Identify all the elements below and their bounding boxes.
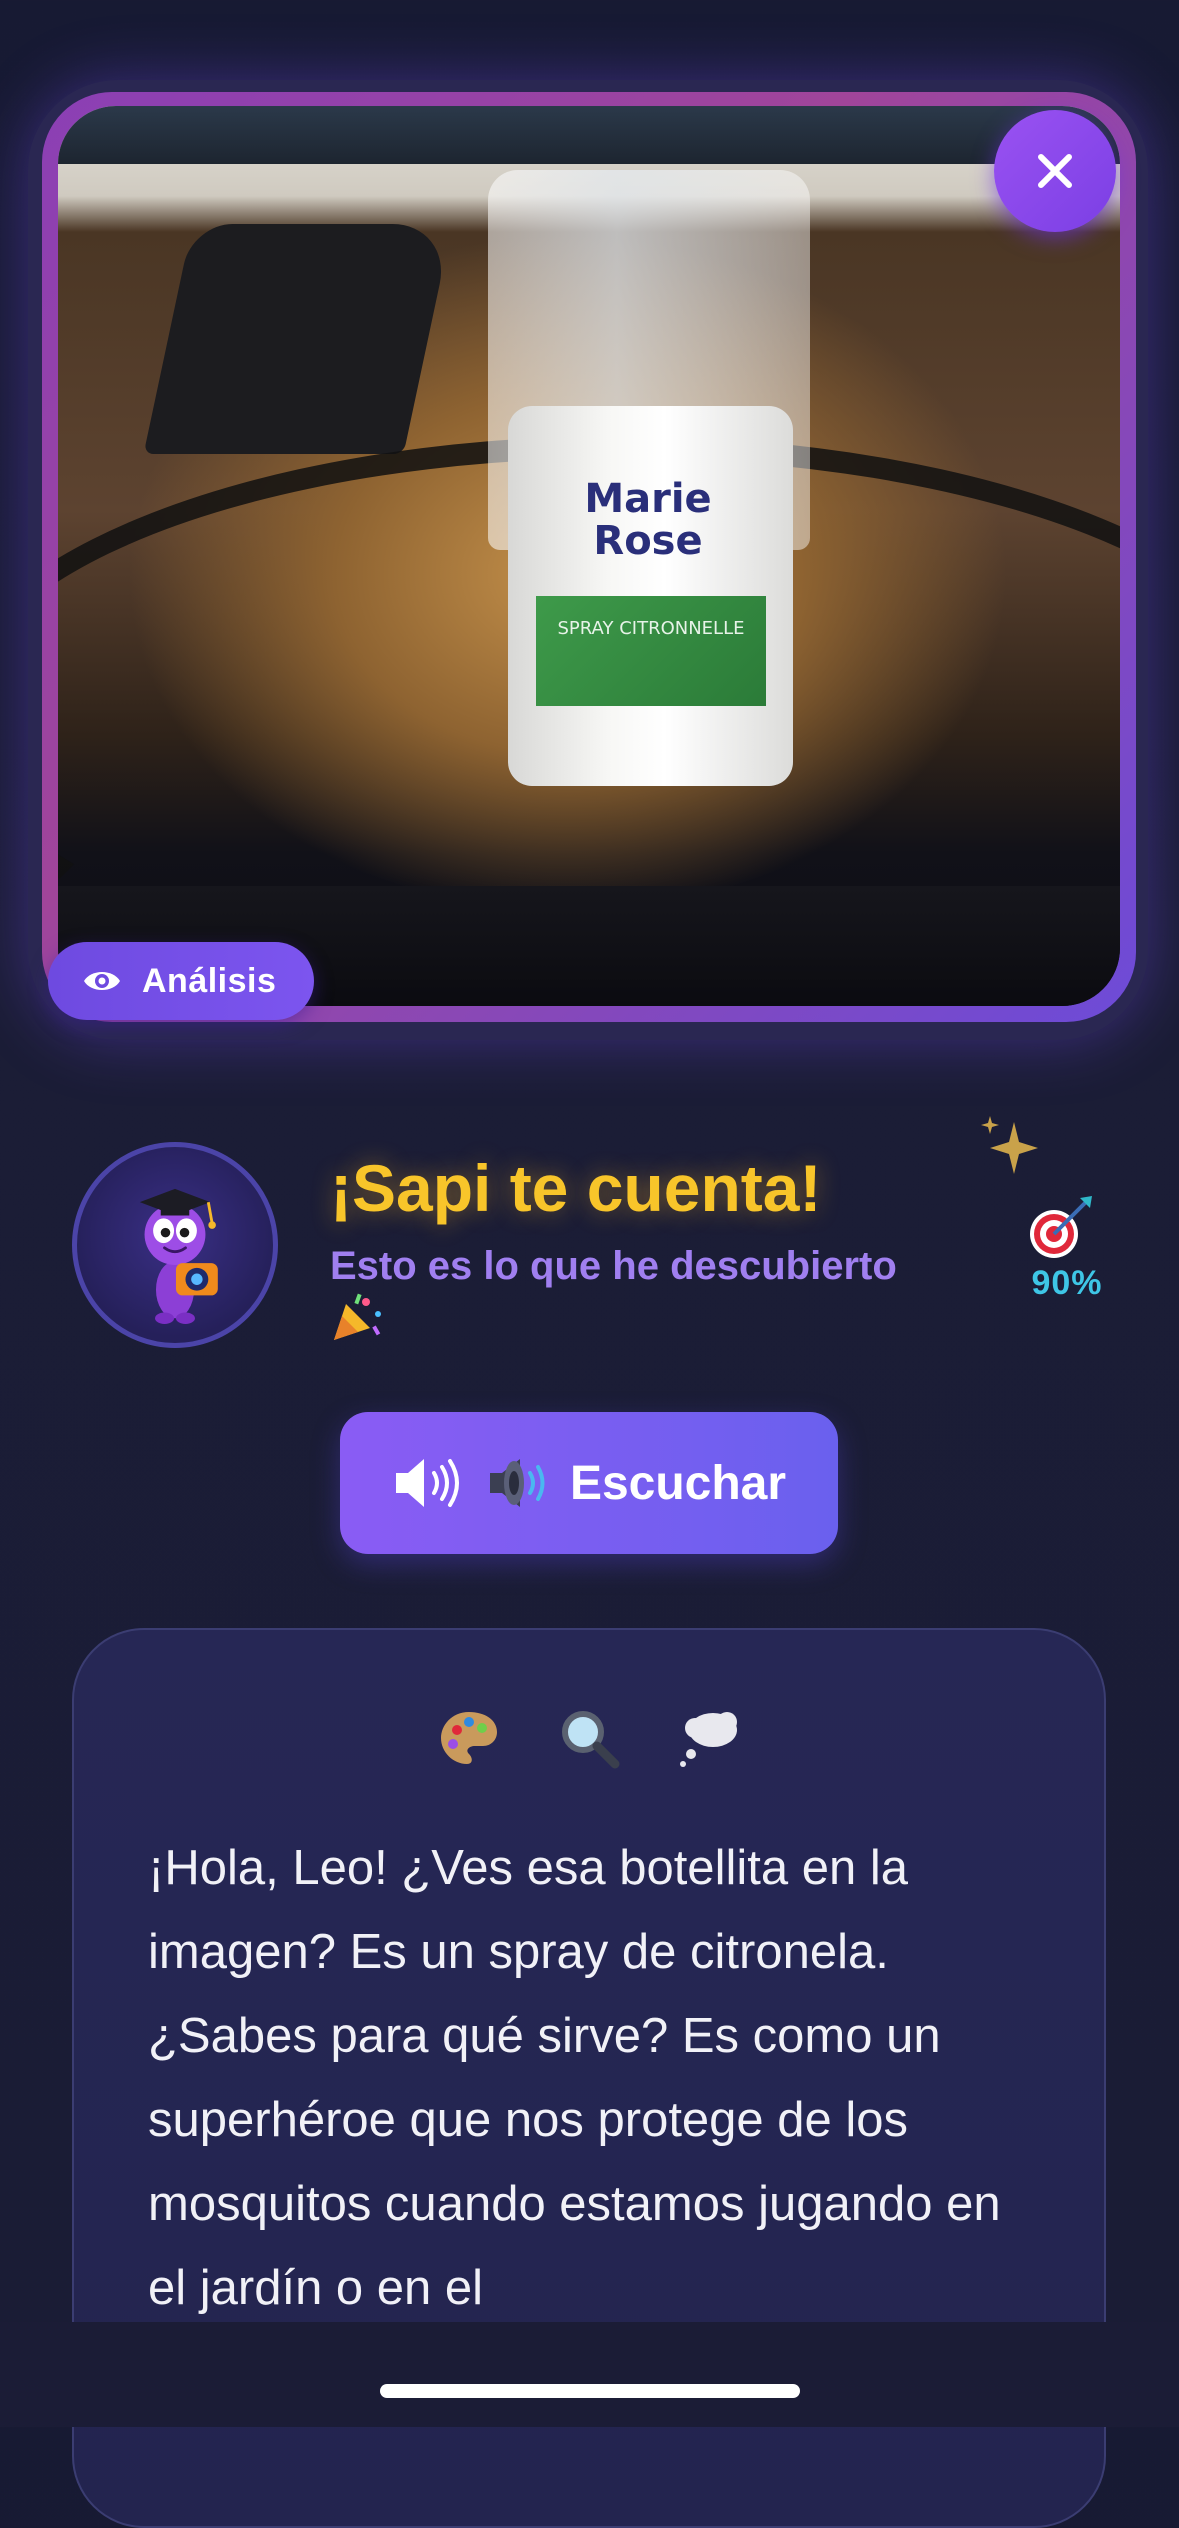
- magnifier-icon: [562, 1711, 620, 1769]
- thought-bubble-icon: [680, 1712, 737, 1767]
- sapi-mascot-icon: [139, 1188, 218, 1324]
- analysis-badge: Análisis: [48, 942, 315, 1020]
- photo-monitor: [58, 106, 1120, 164]
- home-indicator[interactable]: [380, 2384, 800, 2398]
- photo-frame: Marie Rose SPRAY CITRONNELLE: [42, 92, 1136, 1022]
- speaker-emoji-icon: [489, 1459, 545, 1507]
- target-icon: [1030, 1196, 1092, 1258]
- listen-button-label: Escuchar: [569, 1456, 787, 1510]
- eye-icon: [84, 972, 120, 990]
- listen-button[interactable]: Escuchar: [340, 1412, 838, 1554]
- party-popper-icon: [334, 1293, 381, 1340]
- photo-bottle-label: SPRAY CITRONNELLE: [536, 596, 766, 706]
- analysis-label: Análisis: [142, 961, 277, 1000]
- speaker-icon: [395, 1459, 459, 1507]
- page-subtitle: Esto es lo que he descubierto: [330, 1240, 970, 1344]
- story-icons: [74, 1706, 1104, 1770]
- sparkles-icon: [981, 1116, 1038, 1174]
- palette-icon: [441, 1712, 497, 1764]
- photo-bottle-label-text: SPRAY CITRONNELLE: [557, 618, 745, 639]
- photo-bottle-logo: Marie Rose: [584, 476, 712, 564]
- captured-photo: Marie Rose SPRAY CITRONNELLE: [58, 106, 1120, 1006]
- photo-chair: [143, 224, 453, 454]
- close-button[interactable]: [994, 110, 1116, 232]
- page-title: ¡Sapi te cuenta!: [330, 1151, 822, 1225]
- bottom-bar: [0, 2322, 1179, 2427]
- avatar: [72, 1142, 278, 1348]
- story-text: ¡Hola, Leo! ¿Ves esa botellita en la ima…: [148, 1841, 1001, 2315]
- subtitle-text: Esto es lo que he descubierto: [330, 1244, 897, 1288]
- close-icon: [1038, 154, 1072, 188]
- confidence-value: 90%: [1031, 1264, 1103, 1302]
